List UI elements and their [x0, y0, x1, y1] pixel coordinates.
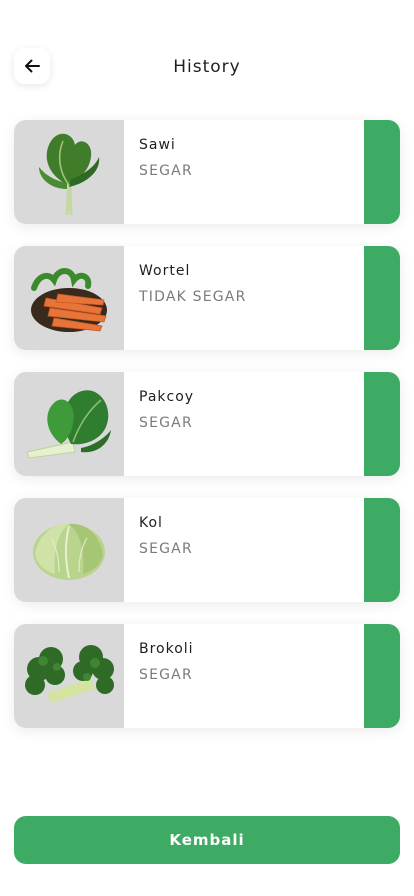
item-accent-bar [364, 246, 400, 350]
item-name: Wortel [139, 263, 191, 279]
history-item-wortel[interactable]: Wortel TIDAK SEGAR [14, 246, 400, 350]
item-status: TIDAK SEGAR [139, 289, 247, 305]
history-list: Sawi SEGAR Wortel TIDAK SEGAR Pakcoy SEG… [14, 120, 400, 750]
item-accent-bar [364, 624, 400, 728]
history-item-pakcoy[interactable]: Pakcoy SEGAR [14, 372, 400, 476]
item-thumbnail [14, 372, 124, 476]
item-accent-bar [364, 372, 400, 476]
history-item-kol[interactable]: Kol SEGAR [14, 498, 400, 602]
item-name: Brokoli [139, 641, 194, 657]
bok-choy-image [26, 390, 111, 459]
item-info: Pakcoy SEGAR [139, 388, 194, 432]
item-info: Wortel TIDAK SEGAR [139, 262, 247, 306]
kembali-button[interactable]: Kembali [14, 816, 400, 864]
item-thumbnail [14, 624, 124, 728]
history-screen: History Sawi SEGAR Wortel TIDAK SEGAR Pa… [0, 0, 414, 896]
history-item-sawi[interactable]: Sawi SEGAR [14, 120, 400, 224]
item-info: Sawi SEGAR [139, 136, 193, 180]
broccoli-image [25, 645, 114, 703]
header: History [14, 46, 400, 86]
item-name: Kol [139, 515, 163, 531]
item-name: Sawi [139, 137, 176, 153]
item-accent-bar [364, 120, 400, 224]
item-status: SEGAR [139, 667, 193, 683]
item-status: SEGAR [139, 415, 193, 431]
item-status: SEGAR [139, 541, 193, 557]
item-accent-bar [364, 498, 400, 602]
item-info: Kol SEGAR [139, 514, 193, 558]
cabbage-image [33, 523, 105, 580]
history-item-brokoli[interactable]: Brokoli SEGAR [14, 624, 400, 728]
mustard-greens-image [39, 133, 100, 216]
item-thumbnail [14, 120, 124, 224]
item-status: SEGAR [139, 163, 193, 179]
carrot-image [31, 268, 107, 332]
item-thumbnail [14, 498, 124, 602]
item-name: Pakcoy [139, 389, 195, 405]
item-thumbnail [14, 246, 124, 350]
page-title: History [173, 57, 241, 77]
item-info: Brokoli SEGAR [139, 640, 194, 684]
